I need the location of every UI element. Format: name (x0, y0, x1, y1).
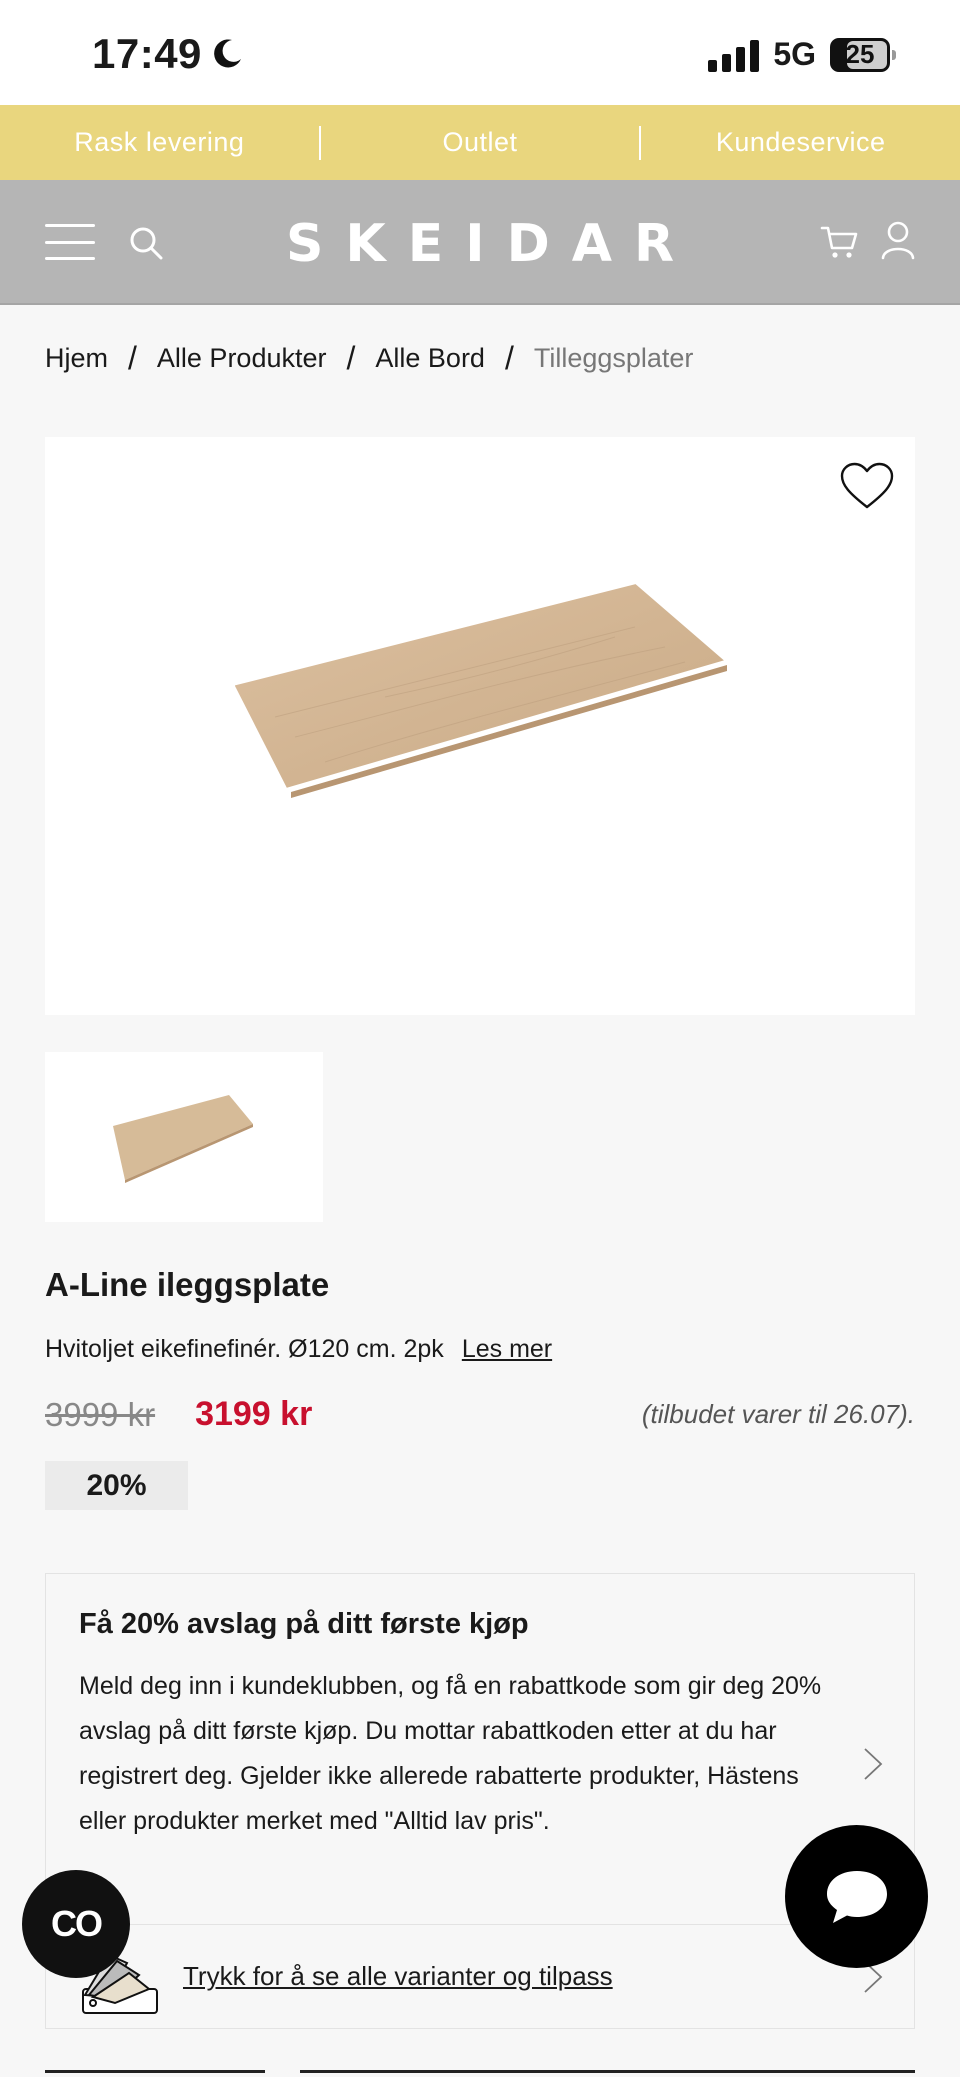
product-title: A-Line ileggsplate (45, 1266, 330, 1303)
site-logo[interactable]: SKEIDAR (0, 214, 960, 274)
battery-level: 25 (845, 39, 875, 69)
cart-icon[interactable] (820, 222, 860, 262)
club-text: Meld deg inn i kundeklubben, og få en ra… (79, 1672, 822, 1835)
breadcrumb-separator: / (504, 340, 514, 376)
bottom-divider (45, 2070, 915, 2074)
tabletop-leaf-image (235, 584, 727, 798)
status-bar: 17:49 5G 25 (0, 0, 960, 105)
read-more-link[interactable]: Les mer (462, 1335, 552, 1364)
breadcrumb-item-all-tables[interactable]: Alle Bord (375, 343, 485, 374)
price-row: 3999 kr 3199 kr (tilbudet varer til 26.0… (45, 1395, 915, 1434)
breadcrumb: Hjem / Alle Produkter / Alle Bord / Till… (45, 340, 693, 377)
product-thumbnail[interactable] (45, 1052, 323, 1222)
signal-icon (708, 38, 760, 72)
moon-icon (214, 39, 241, 68)
status-indicators: 5G 25 (708, 36, 896, 73)
promo-link-outlet[interactable]: Outlet (321, 127, 640, 158)
breadcrumb-current: Tilleggsplater (533, 343, 694, 373)
chat-bubble-icon (826, 1870, 887, 1923)
co-widget-button[interactable]: CO (22, 1870, 130, 1978)
sale-price: 3199 kr (195, 1395, 313, 1433)
breadcrumb-separator: / (346, 340, 356, 376)
club-title: Få 20% avslag på ditt første kjøp (79, 1608, 529, 1640)
thumbnail-image (113, 1095, 253, 1183)
heart-icon[interactable] (839, 461, 895, 511)
product-description-row: Hvitoljet eikefinefinér. Ø120 cm. 2pk Le… (45, 1335, 552, 1364)
site-header: SKEIDAR (0, 180, 960, 305)
promo-link-delivery[interactable]: Rask levering (0, 127, 319, 158)
customer-club-card[interactable]: Få 20% avslag på ditt første kjøp Meld d… (45, 1573, 915, 2029)
breadcrumb-item-all-products[interactable]: Alle Produkter (157, 343, 327, 374)
breadcrumb-separator: / (128, 340, 137, 376)
product-description: Hvitoljet eikefinefinér. Ø120 cm. 2pk (45, 1335, 444, 1363)
network-label: 5G (773, 36, 816, 72)
promo-bar: Rask levering Outlet Kundeservice (0, 105, 960, 180)
product-main-image[interactable] (45, 437, 915, 1015)
status-time-text: 17:49 (92, 30, 202, 77)
old-price: 3999 kr (45, 1395, 156, 1433)
chevron-right-icon[interactable] (862, 1746, 884, 1782)
status-time: 17:49 (92, 30, 244, 78)
co-widget-label: CO (51, 1903, 103, 1944)
offer-note: (tilbudet varer til 26.07). (641, 1399, 915, 1429)
battery-icon: 25 (830, 37, 896, 72)
chat-button[interactable] (785, 1825, 928, 1968)
promo-link-customer-service[interactable]: Kundeservice (641, 127, 960, 158)
breadcrumb-item-home[interactable]: Hjem (45, 343, 108, 374)
user-icon[interactable] (880, 220, 916, 260)
variants-row[interactable]: Trykk for å se alle varianter og tilpass (46, 1924, 914, 2029)
discount-badge: 20% (45, 1461, 188, 1510)
variants-link[interactable]: Trykk for å se alle varianter og tilpass (183, 1961, 613, 1992)
